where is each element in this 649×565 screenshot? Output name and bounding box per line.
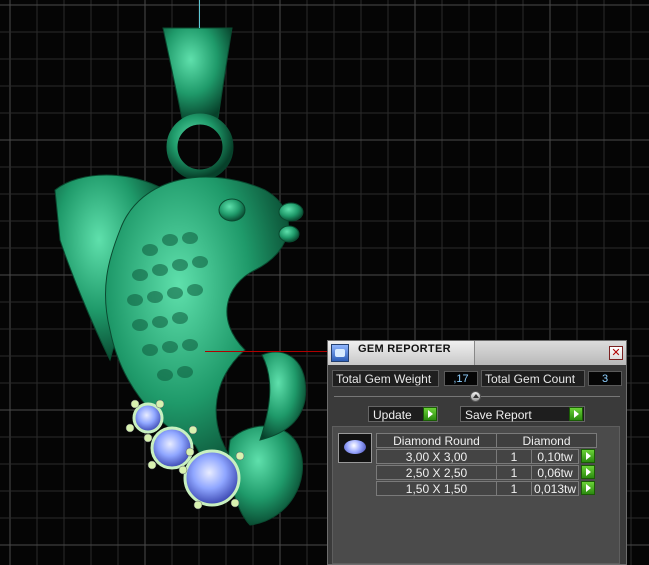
panel-titlebar[interactable]: GEM REPORTER ✕: [328, 341, 626, 365]
panel-tab[interactable]: GEM REPORTER: [328, 341, 475, 365]
gem-size: 3,00 X 3,00: [376, 449, 497, 464]
row-arrow-icon[interactable]: [581, 481, 595, 495]
total-gem-count-label: Total Gem Count: [481, 370, 585, 387]
total-gem-weight-label: Total Gem Weight: [332, 370, 439, 387]
total-gem-weight-value: ,17: [444, 371, 478, 386]
gem-weight: 0,013tw: [531, 481, 579, 496]
gem-list[interactable]: Diamond Round Diamond 3,00 X 3,00 1 0,10…: [332, 426, 620, 564]
gem-reporter-icon: [331, 344, 349, 362]
gem-weight: 0,06tw: [531, 465, 579, 480]
collapse-icon[interactable]: [470, 391, 481, 402]
gem-size: 2,50 X 2,50: [376, 465, 497, 480]
row-arrow-icon[interactable]: [581, 449, 595, 463]
x-axis-line: [205, 351, 328, 352]
round-diamond-icon[interactable]: [338, 433, 372, 463]
total-gem-count-value: 3: [588, 371, 622, 386]
save-report-button[interactable]: Save Report: [460, 406, 585, 422]
gem-quantity: 1: [496, 465, 532, 480]
column-header-material: Diamond: [496, 433, 597, 448]
gem-quantity: 1: [496, 449, 532, 464]
gem-reporter-panel: GEM REPORTER ✕ Total Gem Weight ,17 Tota…: [327, 340, 627, 565]
update-arrow-icon[interactable]: [423, 407, 437, 421]
save-report-arrow-icon[interactable]: [569, 407, 583, 421]
y-axis-line: [199, 0, 200, 28]
column-header-shape: Diamond Round: [376, 433, 497, 448]
gem-size: 1,50 X 1,50: [376, 481, 497, 496]
close-icon[interactable]: ✕: [609, 346, 623, 360]
gem-weight: 0,10tw: [531, 449, 579, 464]
row-arrow-icon[interactable]: [581, 465, 595, 479]
panel-title: GEM REPORTER: [358, 343, 451, 355]
gem-quantity: 1: [496, 481, 532, 496]
